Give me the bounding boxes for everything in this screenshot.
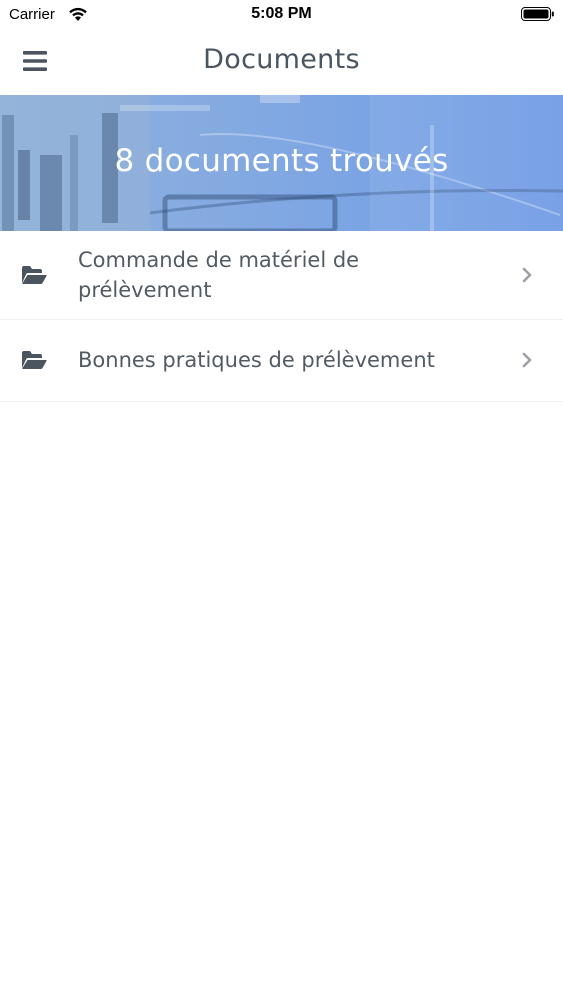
chevron-right-icon xyxy=(522,352,532,368)
chevron-right-icon xyxy=(522,267,532,283)
banner: 8 documents trouvés xyxy=(0,95,563,231)
list-item[interactable]: Bonnes pratiques de prélèvement xyxy=(0,320,563,402)
page-title: Documents xyxy=(203,44,360,75)
folder-open-icon xyxy=(22,351,47,369)
status-time: 5:08 PM xyxy=(251,5,312,22)
status-bar: Carrier 5:08 PM xyxy=(0,0,563,30)
document-label: Commande de matériel de prélèvement xyxy=(78,248,360,302)
documents-list: Commande de matériel de prélèvement Bonn… xyxy=(0,231,563,402)
documents-count-headline: 8 documents trouvés xyxy=(114,143,449,179)
folder-open-icon xyxy=(22,266,47,284)
battery-icon xyxy=(521,7,554,21)
list-item[interactable]: Commande de matériel de prélèvement xyxy=(0,231,563,320)
document-label: Bonnes pratiques de prélèvement xyxy=(78,348,435,372)
navigation-bar: Documents xyxy=(0,30,563,95)
